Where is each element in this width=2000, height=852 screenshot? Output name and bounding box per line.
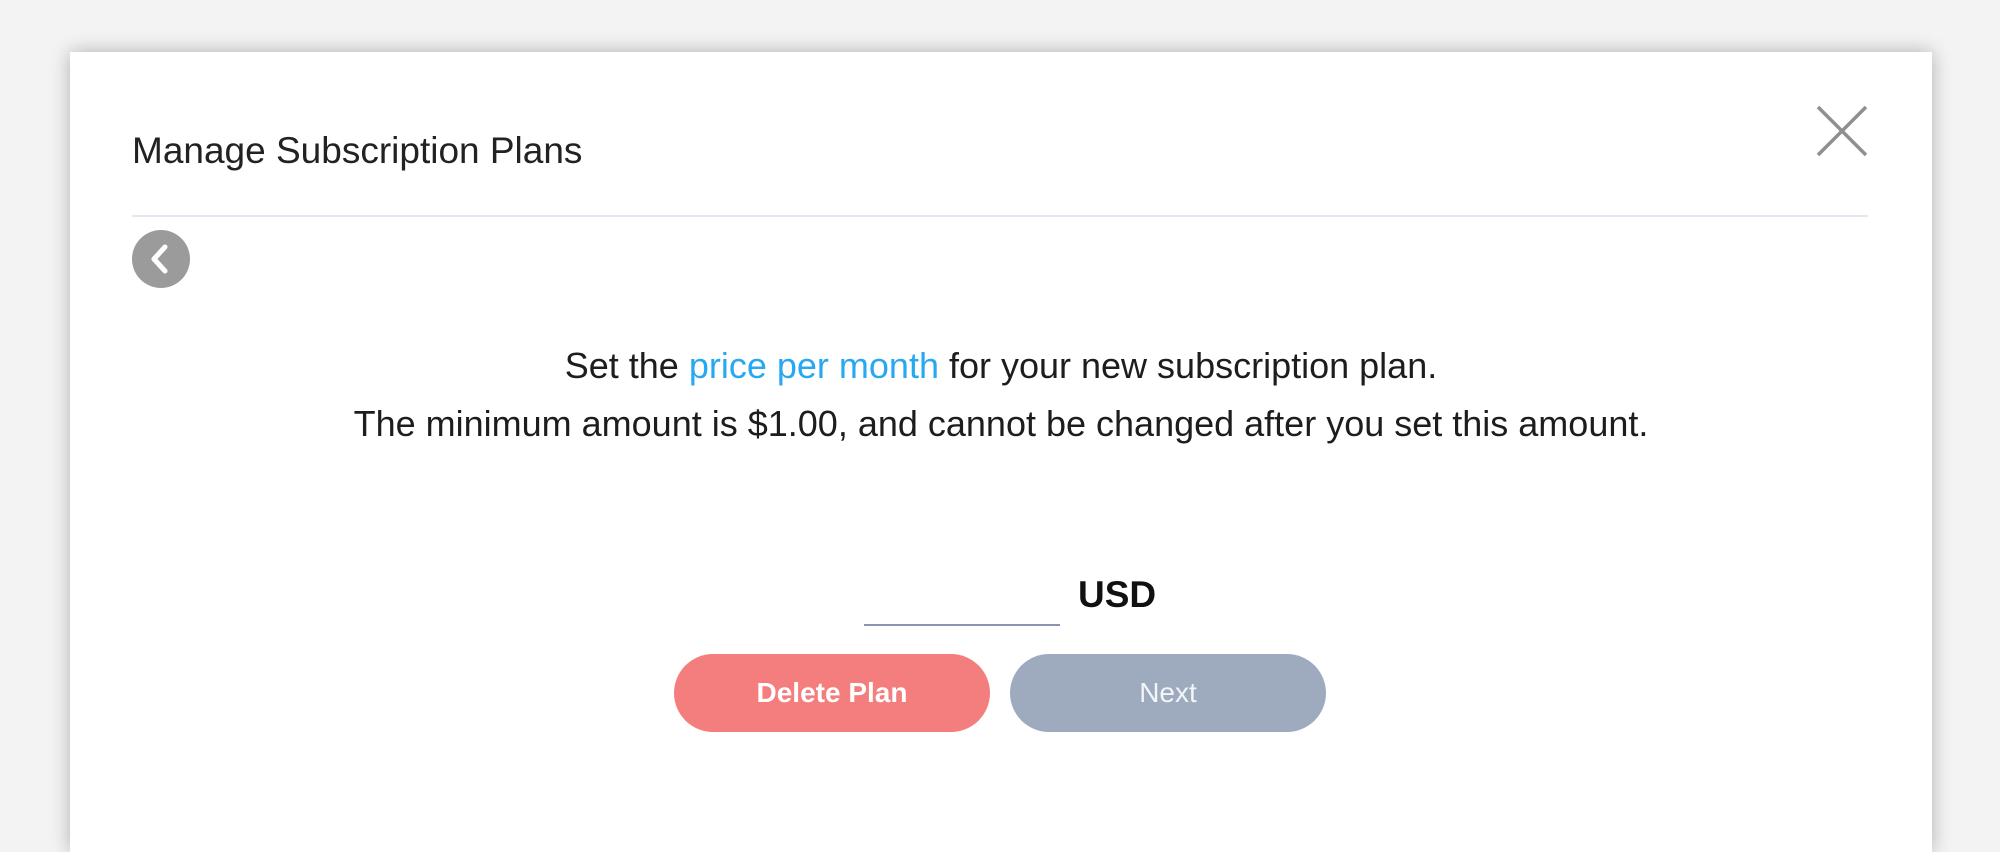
back-button[interactable] — [132, 230, 190, 288]
header-divider — [132, 215, 1868, 217]
chevron-left-icon — [151, 244, 168, 274]
subscription-modal: Manage Subscription Plans Set the price … — [70, 52, 1932, 852]
modal-title: Manage Subscription Plans — [132, 130, 583, 171]
price-per-month-highlight: price per month — [688, 345, 939, 386]
price-input[interactable] — [864, 574, 1060, 626]
currency-label: USD — [1078, 574, 1157, 615]
delete-plan-button[interactable]: Delete Plan — [674, 654, 990, 732]
close-icon — [1816, 105, 1868, 157]
close-button[interactable] — [1815, 104, 1869, 158]
next-button[interactable]: Next — [1010, 654, 1326, 732]
instruction-prefix: Set the — [564, 345, 689, 386]
instruction-line-2: The minimum amount is $1.00, and cannot … — [353, 403, 1649, 444]
instruction-line-1: Set the price per month for your new sub… — [70, 348, 1932, 384]
instruction-suffix: for your new subscription plan. — [938, 345, 1438, 386]
